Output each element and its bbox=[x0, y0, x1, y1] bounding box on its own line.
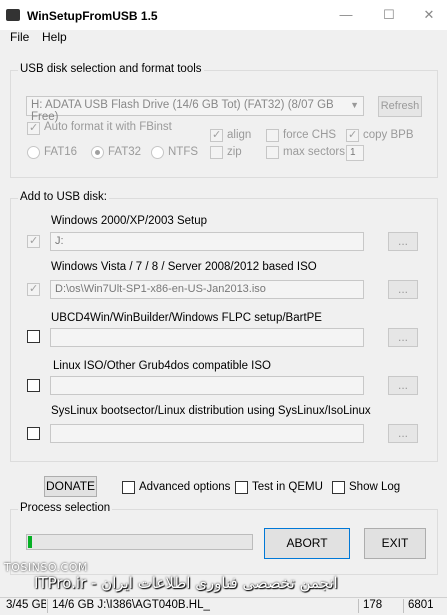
progress-bar bbox=[26, 534, 253, 550]
watermark-text: ITPro.ir - انجمن تخصصی فناوری اطلاعات ای… bbox=[34, 574, 338, 592]
menu-file[interactable]: File bbox=[10, 30, 29, 44]
test-qemu-checkbox[interactable] bbox=[235, 481, 248, 494]
ubcd4win-checkbox[interactable] bbox=[27, 330, 40, 343]
fat16-label: FAT16 bbox=[44, 146, 78, 158]
linux-iso-browse-button[interactable]: ... bbox=[388, 376, 418, 395]
syslinux-checkbox[interactable] bbox=[27, 427, 40, 440]
status-count: 178 bbox=[358, 599, 402, 613]
app-icon bbox=[6, 9, 20, 21]
force-chs-label: force CHS bbox=[283, 129, 337, 141]
syslinux-browse-button[interactable]: ... bbox=[388, 424, 418, 443]
auto-format-label: Auto format it with FBinst bbox=[44, 121, 172, 133]
menu-help[interactable]: Help bbox=[42, 30, 67, 44]
ubcd4win-browse-button[interactable]: ... bbox=[388, 328, 418, 347]
refresh-button[interactable]: Refresh bbox=[378, 96, 422, 117]
windows-xp-path[interactable]: J: bbox=[50, 232, 364, 251]
advanced-options-label: Advanced options bbox=[139, 481, 231, 493]
copy-bpb-checkbox[interactable] bbox=[346, 128, 359, 142]
test-qemu-label: Test in QEMU bbox=[252, 481, 323, 493]
donate-button[interactable]: DONATE bbox=[44, 476, 97, 497]
close-icon[interactable]: ✕ bbox=[415, 6, 443, 24]
linux-iso-label: Linux ISO/Other Grub4dos compatible ISO bbox=[53, 360, 271, 372]
bpb-value-field[interactable]: 1 bbox=[346, 145, 364, 161]
advanced-options-checkbox[interactable] bbox=[122, 481, 135, 494]
chevron-down-icon: ▼ bbox=[350, 100, 359, 110]
maximize-icon[interactable]: ☐ bbox=[375, 6, 403, 24]
ubcd4win-path[interactable] bbox=[50, 328, 364, 347]
show-log-checkbox[interactable] bbox=[332, 481, 345, 494]
linux-iso-checkbox[interactable] bbox=[27, 379, 40, 392]
minimize-icon[interactable]: — bbox=[332, 6, 360, 24]
fat32-radio[interactable] bbox=[91, 146, 104, 159]
align-label: align bbox=[227, 129, 252, 141]
fat16-radio[interactable] bbox=[27, 146, 40, 159]
window-title: WinSetupFromUSB 1.5 bbox=[27, 9, 158, 23]
add-to-usb-title: Add to USB disk: bbox=[18, 191, 109, 203]
usb-disk-select[interactable]: H: ADATA USB Flash Drive (14/6 GB Tot) (… bbox=[26, 96, 364, 123]
windows-vista-browse-button[interactable]: ... bbox=[388, 280, 418, 299]
progress-fill bbox=[28, 536, 32, 548]
auto-format-checkbox[interactable] bbox=[27, 121, 40, 135]
ubcd4win-label: UBCD4Win/WinBuilder/Windows FLPC setup/B… bbox=[51, 312, 322, 324]
fat32-label: FAT32 bbox=[108, 146, 142, 158]
status-free-space: 3/45 GB bbox=[6, 599, 46, 611]
windows-vista-path[interactable]: D:\os\Win7Ult-SP1-x86-en-US-Jan2013.iso bbox=[50, 280, 364, 299]
exit-button[interactable]: EXIT bbox=[364, 528, 426, 559]
process-title: Process selection bbox=[18, 502, 113, 514]
windows-xp-label: Windows 2000/XP/2003 Setup bbox=[51, 215, 207, 227]
ntfs-radio[interactable] bbox=[151, 146, 164, 159]
abort-button[interactable]: ABORT bbox=[264, 528, 350, 559]
linux-iso-path[interactable] bbox=[50, 376, 364, 395]
windows-vista-label: Windows Vista / 7 / 8 / Server 2008/2012… bbox=[51, 261, 317, 273]
windows-xp-browse-button[interactable]: ... bbox=[388, 232, 418, 251]
zip-checkbox[interactable] bbox=[210, 146, 223, 159]
status-current-file: 14/6 GB J:\I386\AGT040B.HL_ bbox=[47, 599, 355, 613]
max-sectors-checkbox[interactable] bbox=[266, 146, 279, 159]
windows-vista-checkbox[interactable] bbox=[27, 282, 40, 296]
usb-selection-title: USB disk selection and format tools bbox=[18, 63, 204, 75]
copy-bpb-label: copy BPB bbox=[363, 129, 414, 141]
windows-xp-checkbox[interactable] bbox=[27, 234, 40, 248]
status-total: 6801 bbox=[403, 599, 447, 613]
syslinux-label: SysLinux bootsector/Linux distribution u… bbox=[51, 405, 371, 417]
force-chs-checkbox[interactable] bbox=[266, 129, 279, 142]
ntfs-label: NTFS bbox=[168, 146, 199, 158]
watermark-site: TOSINSO.COM bbox=[4, 561, 88, 574]
zip-label: zip bbox=[227, 146, 242, 158]
max-sectors-label: max sectors bbox=[283, 146, 345, 158]
syslinux-path[interactable] bbox=[50, 424, 364, 443]
show-log-label: Show Log bbox=[349, 481, 401, 493]
align-checkbox[interactable] bbox=[210, 128, 223, 142]
